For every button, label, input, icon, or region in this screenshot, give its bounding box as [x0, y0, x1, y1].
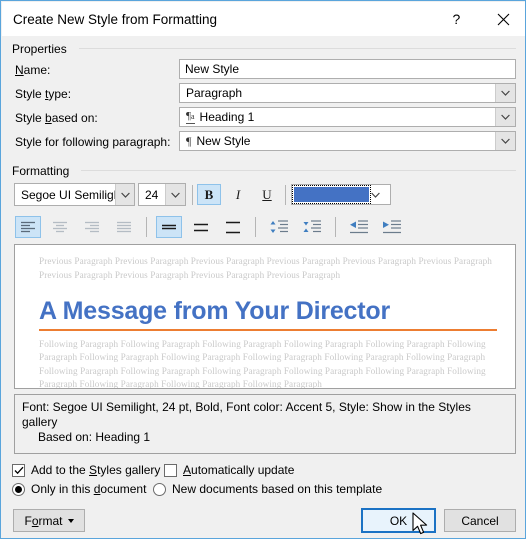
chevron-down-icon[interactable] [115, 184, 134, 205]
align-justify-icon [117, 221, 131, 232]
increase-paragraph-spacing-button[interactable] [265, 216, 293, 238]
align-right-icon [85, 221, 99, 232]
title-bar: Create New Style from Formatting ? [2, 2, 525, 36]
ok-button[interactable]: OK [361, 508, 436, 533]
radio-icon-unselected [153, 482, 166, 496]
toolbar-separator [146, 217, 147, 237]
increase-indent-button[interactable] [378, 216, 406, 238]
style-type-dropdown[interactable]: Paragraph [179, 83, 516, 103]
line-spacing-single-icon [162, 224, 176, 229]
add-to-styles-gallery-checkbox[interactable]: Add to the Styles gallery [12, 463, 160, 477]
line-spacing-double-button[interactable] [220, 216, 246, 238]
ok-button-label: OK [389, 513, 408, 528]
chevron-down-icon[interactable] [165, 184, 185, 205]
properties-group-label: Properties [12, 42, 73, 56]
format-button[interactable]: Format [13, 509, 85, 532]
cancel-button-label: Cancel [461, 513, 499, 528]
style-based-on-value: Heading 1 [199, 110, 255, 124]
checkbox-icon-checked [12, 463, 25, 477]
align-justify-button[interactable] [111, 216, 137, 238]
help-icon[interactable]: ? [435, 2, 480, 36]
add-to-styles-gallery-label: Add to the Styles gallery [31, 463, 161, 477]
toolbar-separator [335, 217, 336, 237]
only-in-this-document-radio[interactable]: Only in this document [12, 482, 146, 496]
line-spacing-single-button[interactable] [156, 216, 182, 238]
description-line-1: Font: Segoe UI Semilight, 24 pt, Bold, F… [22, 400, 471, 429]
style-description-box: Font: Segoe UI Semilight, 24 pt, Bold, F… [14, 394, 516, 454]
style-preview-pane: Previous Paragraph Previous Paragraph Pr… [14, 244, 516, 389]
new-documents-based-on-template-label: New documents based on this template [172, 482, 383, 496]
chevron-down-icon[interactable] [495, 108, 515, 126]
line-spacing-1-5-button[interactable] [188, 216, 214, 238]
font-color-dropdown[interactable] [291, 184, 391, 205]
font-family-value: Segoe UI Semiligh [21, 187, 116, 202]
spacing-after-icon [303, 220, 321, 233]
toolbar-separator [192, 185, 193, 205]
name-input[interactable]: New Style [179, 59, 516, 79]
align-center-button[interactable] [47, 216, 73, 238]
chevron-down-icon[interactable] [371, 192, 390, 198]
italic-button[interactable]: I [226, 184, 250, 205]
style-for-following-paragraph-value: New Style [196, 134, 251, 148]
font-family-dropdown[interactable]: Segoe UI Semiligh [14, 183, 135, 206]
style-type-label: Style type: [15, 87, 72, 101]
spacing-before-icon [270, 220, 288, 233]
preview-heading-rule [39, 329, 497, 331]
formatting-group-label: Formatting [12, 164, 76, 178]
style-type-value: Paragraph [186, 86, 243, 100]
line-spacing-double-icon [226, 221, 240, 233]
paragraph-style-icon: ¶ [186, 134, 192, 148]
line-spacing-1-5-icon [194, 223, 208, 231]
font-size-dropdown[interactable]: 24 [138, 183, 186, 206]
properties-group-rule [79, 48, 516, 49]
preview-heading: A Message from Your Director [39, 297, 390, 325]
chevron-down-icon[interactable] [495, 84, 515, 102]
underline-button[interactable]: U [255, 184, 279, 205]
dialog-title: Create New Style from Formatting [13, 11, 218, 27]
caret-down-icon [67, 518, 74, 523]
align-center-icon [53, 221, 67, 232]
decrease-indent-button[interactable] [345, 216, 373, 238]
underline-icon: U [262, 187, 272, 202]
radio-icon-selected [12, 482, 25, 496]
style-for-following-paragraph-dropdown[interactable]: ¶ New Style [179, 131, 516, 151]
title-bar-buttons: ? [435, 2, 525, 36]
preview-previous-paragraph: Previous Paragraph Previous Paragraph Pr… [39, 256, 492, 280]
align-left-button[interactable] [15, 216, 41, 238]
toolbar-separator [255, 217, 256, 237]
decrease-indent-icon [350, 220, 368, 234]
name-label: Name: [15, 63, 51, 77]
automatically-update-label: Automatically update [183, 463, 295, 477]
format-button-label: Format [24, 513, 63, 528]
font-size-value: 24 [145, 187, 159, 202]
preview-following-paragraph: Following Paragraph Following Paragraph … [39, 338, 486, 389]
svg-text:?: ? [453, 12, 461, 27]
italic-icon: I [235, 187, 241, 202]
font-color-swatch [292, 185, 371, 204]
linked-style-icon: ¶a [186, 110, 195, 124]
close-icon[interactable] [480, 2, 525, 36]
checkbox-icon-unchecked [164, 463, 177, 477]
create-new-style-dialog: Create New Style from Formatting ? Prope… [0, 0, 526, 539]
style-based-on-label: Style based on: [15, 111, 98, 125]
align-right-button[interactable] [79, 216, 105, 238]
toolbar-separator [285, 185, 286, 205]
bold-button[interactable]: B [197, 184, 221, 205]
style-based-on-dropdown[interactable]: ¶a Heading 1 [179, 107, 516, 127]
chevron-down-icon[interactable] [495, 132, 515, 150]
automatically-update-checkbox[interactable]: Automatically update [164, 463, 294, 477]
cancel-button[interactable]: Cancel [444, 509, 516, 532]
align-left-icon [21, 221, 35, 232]
only-in-this-document-label: Only in this document [31, 482, 147, 496]
new-documents-based-on-template-radio[interactable]: New documents based on this template [153, 482, 382, 496]
decrease-paragraph-spacing-button[interactable] [298, 216, 326, 238]
style-for-following-paragraph-label: Style for following paragraph: [15, 135, 171, 149]
increase-indent-icon [383, 220, 401, 234]
formatting-group-rule [81, 170, 516, 171]
bold-icon: B [204, 187, 214, 202]
description-line-2: Based on: Heading 1 [38, 430, 151, 444]
